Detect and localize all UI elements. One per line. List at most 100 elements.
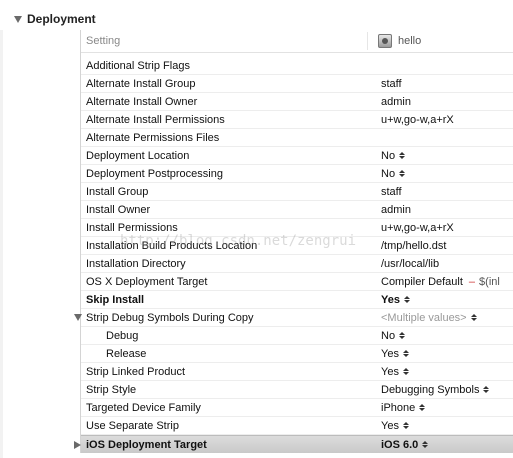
setting-value-popup[interactable]: Yes [367, 348, 513, 360]
setting-value[interactable]: admin [367, 204, 513, 216]
setting-value[interactable]: u+w,go-w,a+rX [367, 222, 513, 234]
column-header: Setting hello [81, 30, 513, 53]
setting-value-text: Yes [381, 419, 399, 432]
setting-name: Install Owner [86, 203, 151, 216]
setting-name: Additional Strip Flags [86, 59, 190, 72]
setting-name: Debug [106, 329, 139, 342]
disclosure-triangle-expanded-icon[interactable] [74, 314, 82, 321]
setting-row-osx-deployment-target[interactable]: OS X Deployment Target Compiler Default –… [81, 273, 513, 291]
popup-stepper-icon [419, 404, 426, 411]
value-separator: – [468, 275, 476, 288]
disclosure-triangle-expanded-icon[interactable] [14, 15, 22, 23]
setting-row-release[interactable]: Release Yes [81, 345, 513, 363]
setting-value-text: admin [381, 95, 411, 108]
popup-stepper-icon [399, 170, 406, 177]
setting-value-popup[interactable]: iOS 6.0 [367, 439, 513, 451]
setting-name: Strip Style [86, 383, 137, 396]
setting-row-strip-debug-symbols[interactable]: Strip Debug Symbols During Copy <Multipl… [74, 309, 513, 327]
setting-row-debug[interactable]: Debug No [81, 327, 513, 345]
setting-row-alternate-permissions-files[interactable]: Alternate Permissions Files [81, 129, 513, 147]
popup-stepper-icon [402, 422, 409, 429]
setting-value-popup[interactable]: Debugging Symbols [367, 384, 513, 396]
setting-name: Install Group [86, 185, 149, 198]
popup-stepper-icon [402, 350, 409, 357]
deployment-section-header[interactable]: Deployment [0, 8, 513, 30]
setting-name: Deployment Location [86, 149, 190, 162]
setting-row-additional-strip-flags[interactable]: Additional Strip Flags [81, 57, 513, 75]
setting-row-installation-build-products-location[interactable]: Installation Build Products Location /tm… [81, 237, 513, 255]
setting-value-text: Yes [381, 293, 400, 306]
setting-row-install-permissions[interactable]: Install Permissions u+w,go-w,a+rX [81, 219, 513, 237]
setting-value-text: No [381, 149, 396, 162]
setting-value-popup[interactable]: No [367, 330, 513, 342]
setting-name: Alternate Install Group [86, 77, 196, 90]
popup-stepper-icon [483, 386, 490, 393]
setting-value-text: /tmp/hello.dst [381, 239, 447, 252]
setting-value-popup[interactable]: iPhone [367, 402, 513, 414]
setting-row-targeted-device-family[interactable]: Targeted Device Family iPhone [81, 399, 513, 417]
setting-row-alternate-install-permissions[interactable]: Alternate Install Permissions u+w,go-w,a… [81, 111, 513, 129]
setting-row-strip-style[interactable]: Strip Style Debugging Symbols [81, 381, 513, 399]
build-settings-panel: Deployment Setting hello Additional Stri… [0, 0, 513, 458]
setting-value[interactable]: admin [367, 96, 513, 108]
setting-value-popup[interactable]: No [367, 168, 513, 180]
settings-rows: Additional Strip Flags Alternate Install… [74, 57, 513, 453]
setting-row-deployment-postprocessing[interactable]: Deployment Postprocessing No [81, 165, 513, 183]
setting-value[interactable]: u+w,go-w,a+rX [367, 114, 513, 126]
setting-value-text: No [381, 329, 396, 342]
setting-value-text: iPhone [381, 401, 416, 414]
setting-row-ios-deployment-target[interactable]: iOS Deployment Target iOS 6.0 [74, 435, 513, 453]
popup-stepper-icon [422, 441, 429, 448]
setting-name: Deployment Postprocessing [86, 167, 223, 180]
setting-row-install-owner[interactable]: Install Owner admin [81, 201, 513, 219]
settings-table: Setting hello Additional Strip Flags Alt… [74, 30, 513, 453]
setting-row-use-separate-strip[interactable]: Use Separate Strip Yes [81, 417, 513, 435]
setting-name: Skip Install [86, 293, 145, 306]
setting-name: Installation Directory [86, 257, 186, 270]
setting-name: Targeted Device Family [86, 401, 201, 414]
setting-row-alternate-install-group[interactable]: Alternate Install Group staff [81, 75, 513, 93]
setting-name: Use Separate Strip [86, 419, 179, 432]
setting-value-popup[interactable]: <Multiple values> [367, 312, 513, 324]
setting-row-alternate-install-owner[interactable]: Alternate Install Owner admin [81, 93, 513, 111]
setting-value-popup[interactable]: No [367, 150, 513, 162]
target-column-header[interactable]: hello [367, 32, 421, 50]
popup-stepper-icon [399, 152, 406, 159]
setting-row-installation-directory[interactable]: Installation Directory /usr/local/lib [81, 255, 513, 273]
setting-value[interactable]: /usr/local/lib [367, 258, 513, 270]
setting-value-text: <Multiple values> [381, 311, 467, 324]
setting-value-text: No [381, 167, 396, 180]
setting-value-popup[interactable]: Yes [367, 366, 513, 378]
setting-value-text: Yes [381, 365, 399, 378]
setting-name: Alternate Install Owner [86, 95, 198, 108]
setting-value[interactable]: /tmp/hello.dst [367, 240, 513, 252]
popup-stepper-icon [470, 314, 477, 321]
setting-row-install-group[interactable]: Install Group staff [81, 183, 513, 201]
setting-column-header[interactable]: Setting [81, 35, 367, 47]
left-gutter [0, 30, 3, 458]
setting-value[interactable]: staff [367, 78, 513, 90]
setting-row-deployment-location[interactable]: Deployment Location No [81, 147, 513, 165]
setting-value-text: admin [381, 203, 411, 216]
setting-name: Release [106, 347, 147, 360]
section-title: Deployment [27, 12, 96, 26]
setting-resolved-value: $(inl [479, 275, 500, 288]
setting-value-text: /usr/local/lib [381, 257, 440, 270]
setting-name: Strip Linked Product [86, 365, 186, 378]
setting-value-popup[interactable]: Yes [367, 420, 513, 432]
setting-name: OS X Deployment Target [86, 275, 208, 288]
setting-name: Alternate Install Permissions [86, 113, 225, 126]
setting-value-popup[interactable]: Yes [367, 294, 513, 306]
setting-name: Install Permissions [86, 221, 178, 234]
setting-value[interactable]: staff [367, 186, 513, 198]
disclosure-triangle-collapsed-icon[interactable] [74, 441, 81, 449]
setting-name: Strip Debug Symbols During Copy [86, 311, 254, 324]
setting-value-popup[interactable]: Compiler Default – $(inl [367, 276, 513, 288]
setting-value-text: u+w,go-w,a+rX [381, 113, 454, 126]
setting-row-strip-linked-product[interactable]: Strip Linked Product Yes [81, 363, 513, 381]
setting-name: Alternate Permissions Files [86, 131, 220, 144]
setting-value-text: u+w,go-w,a+rX [381, 221, 454, 234]
setting-row-skip-install[interactable]: Skip Install Yes [81, 291, 513, 309]
setting-value-text: Yes [381, 347, 399, 360]
popup-stepper-icon [403, 296, 410, 303]
